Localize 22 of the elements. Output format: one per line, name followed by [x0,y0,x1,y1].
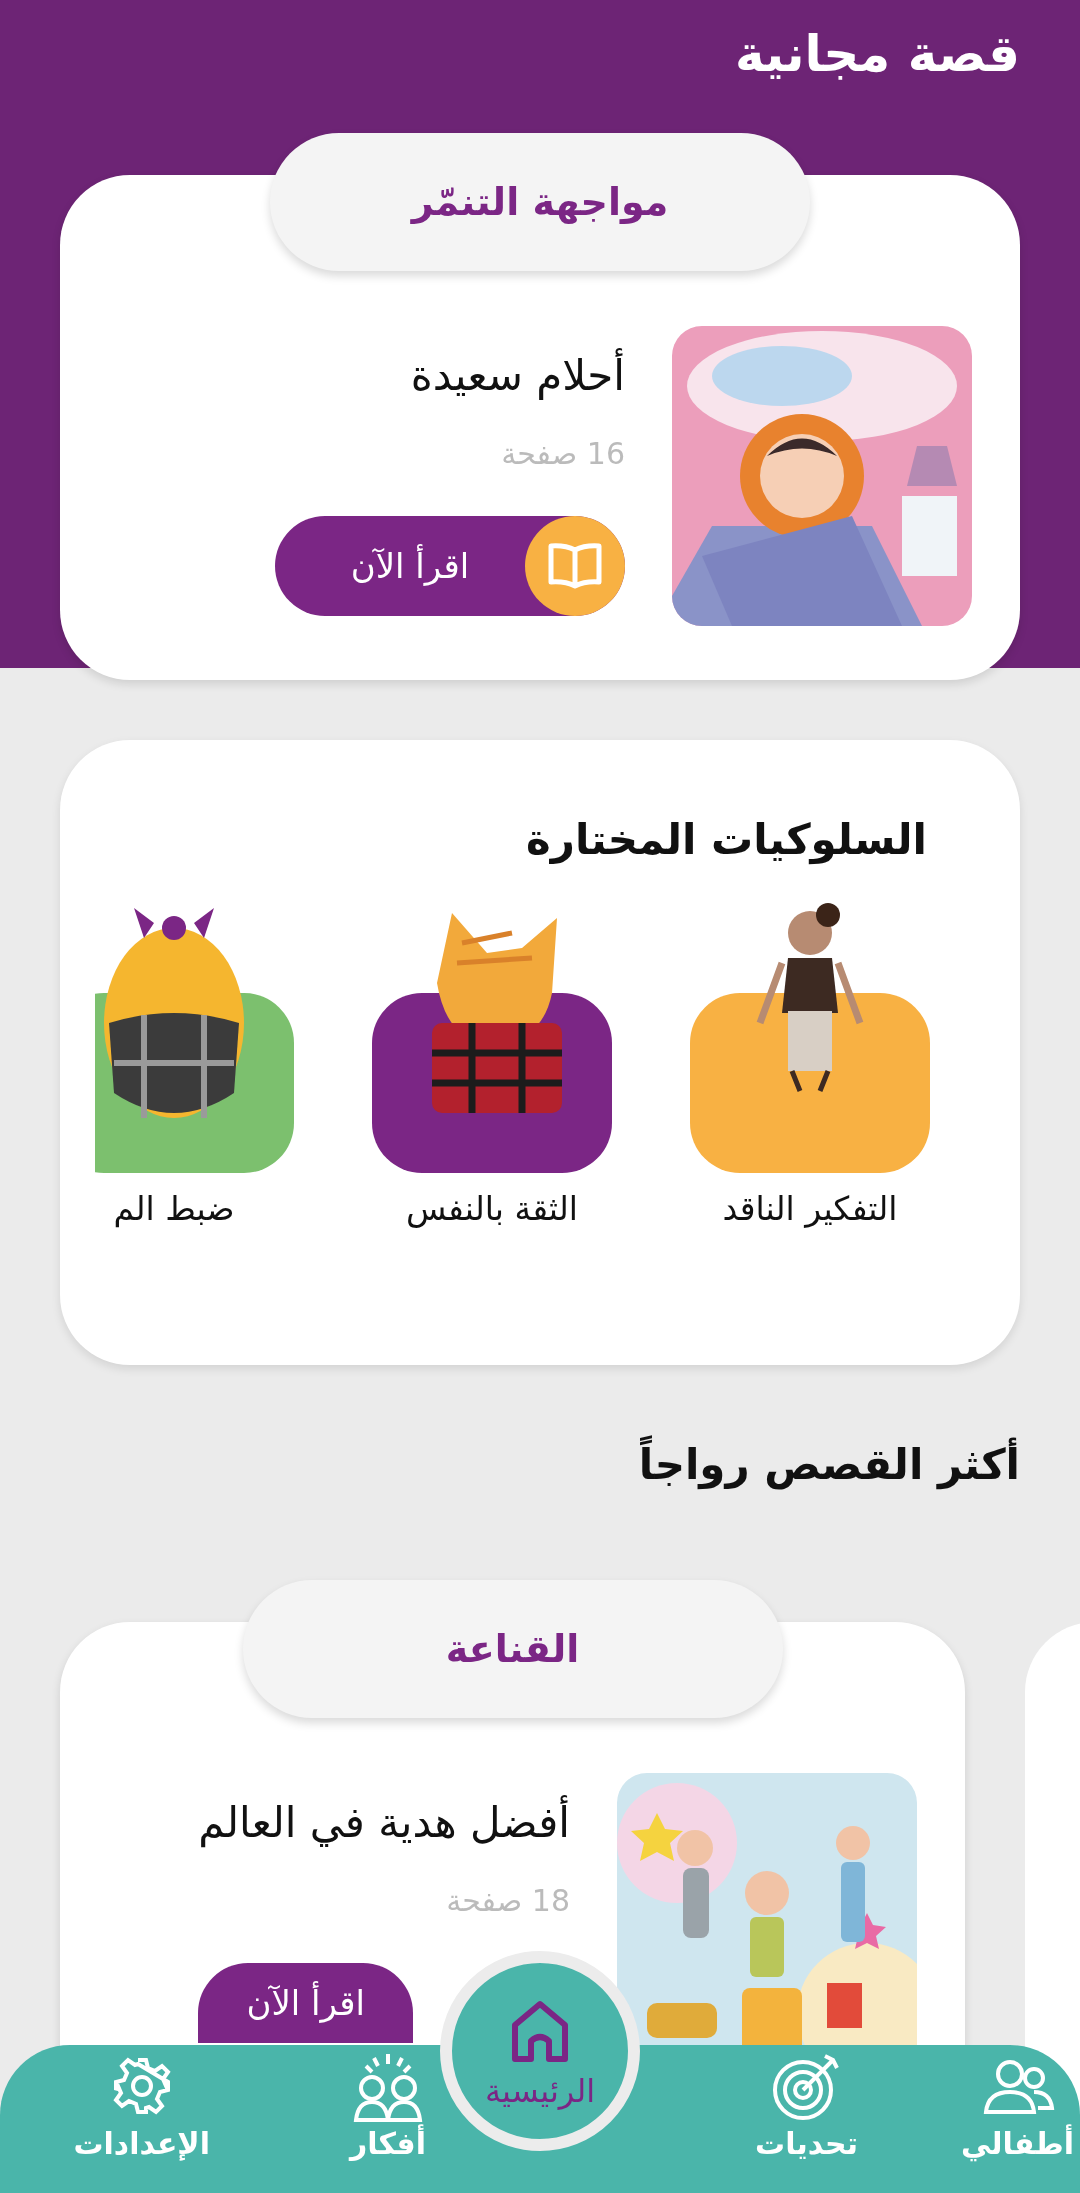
read-now-button[interactable]: اقرأ الآن [198,1963,414,2043]
nav-tab[interactable]: أطفالي [955,2045,1080,2169]
settings-icon [112,2057,171,2115]
category-label: مواجهة التنمّر [270,133,810,271]
page-count: 18 صفحة [446,1882,570,1920]
page-title: قصة مجانية [734,24,1021,85]
nav-tab[interactable]: الإعدادات [67,2045,216,2169]
nav-tab[interactable]: أفكار [344,2045,432,2169]
card-title: السلوكيات المختارة [525,814,928,867]
behavior-label: الثقة بالنفس [405,1188,579,1230]
book-icon [547,542,603,590]
story-title: أفضل هدية في العالم [198,1793,570,1853]
behavior-label: ضبط الم [113,1188,235,1230]
category-label: القناعة [242,1580,783,1718]
read-now-button[interactable]: اقرأ الآن [275,516,625,616]
page-count: 16 صفحة [501,435,625,473]
story-title: أحلام سعيدة [410,346,625,406]
behavior-tile[interactable] [690,993,930,1173]
section-heading: أكثر القصص رواجاً [638,1435,1020,1495]
behavior-label: التفكير الناقد [722,1188,898,1230]
home-icon [509,1999,571,2065]
nav-tab[interactable]: تحديات [749,2045,864,2169]
